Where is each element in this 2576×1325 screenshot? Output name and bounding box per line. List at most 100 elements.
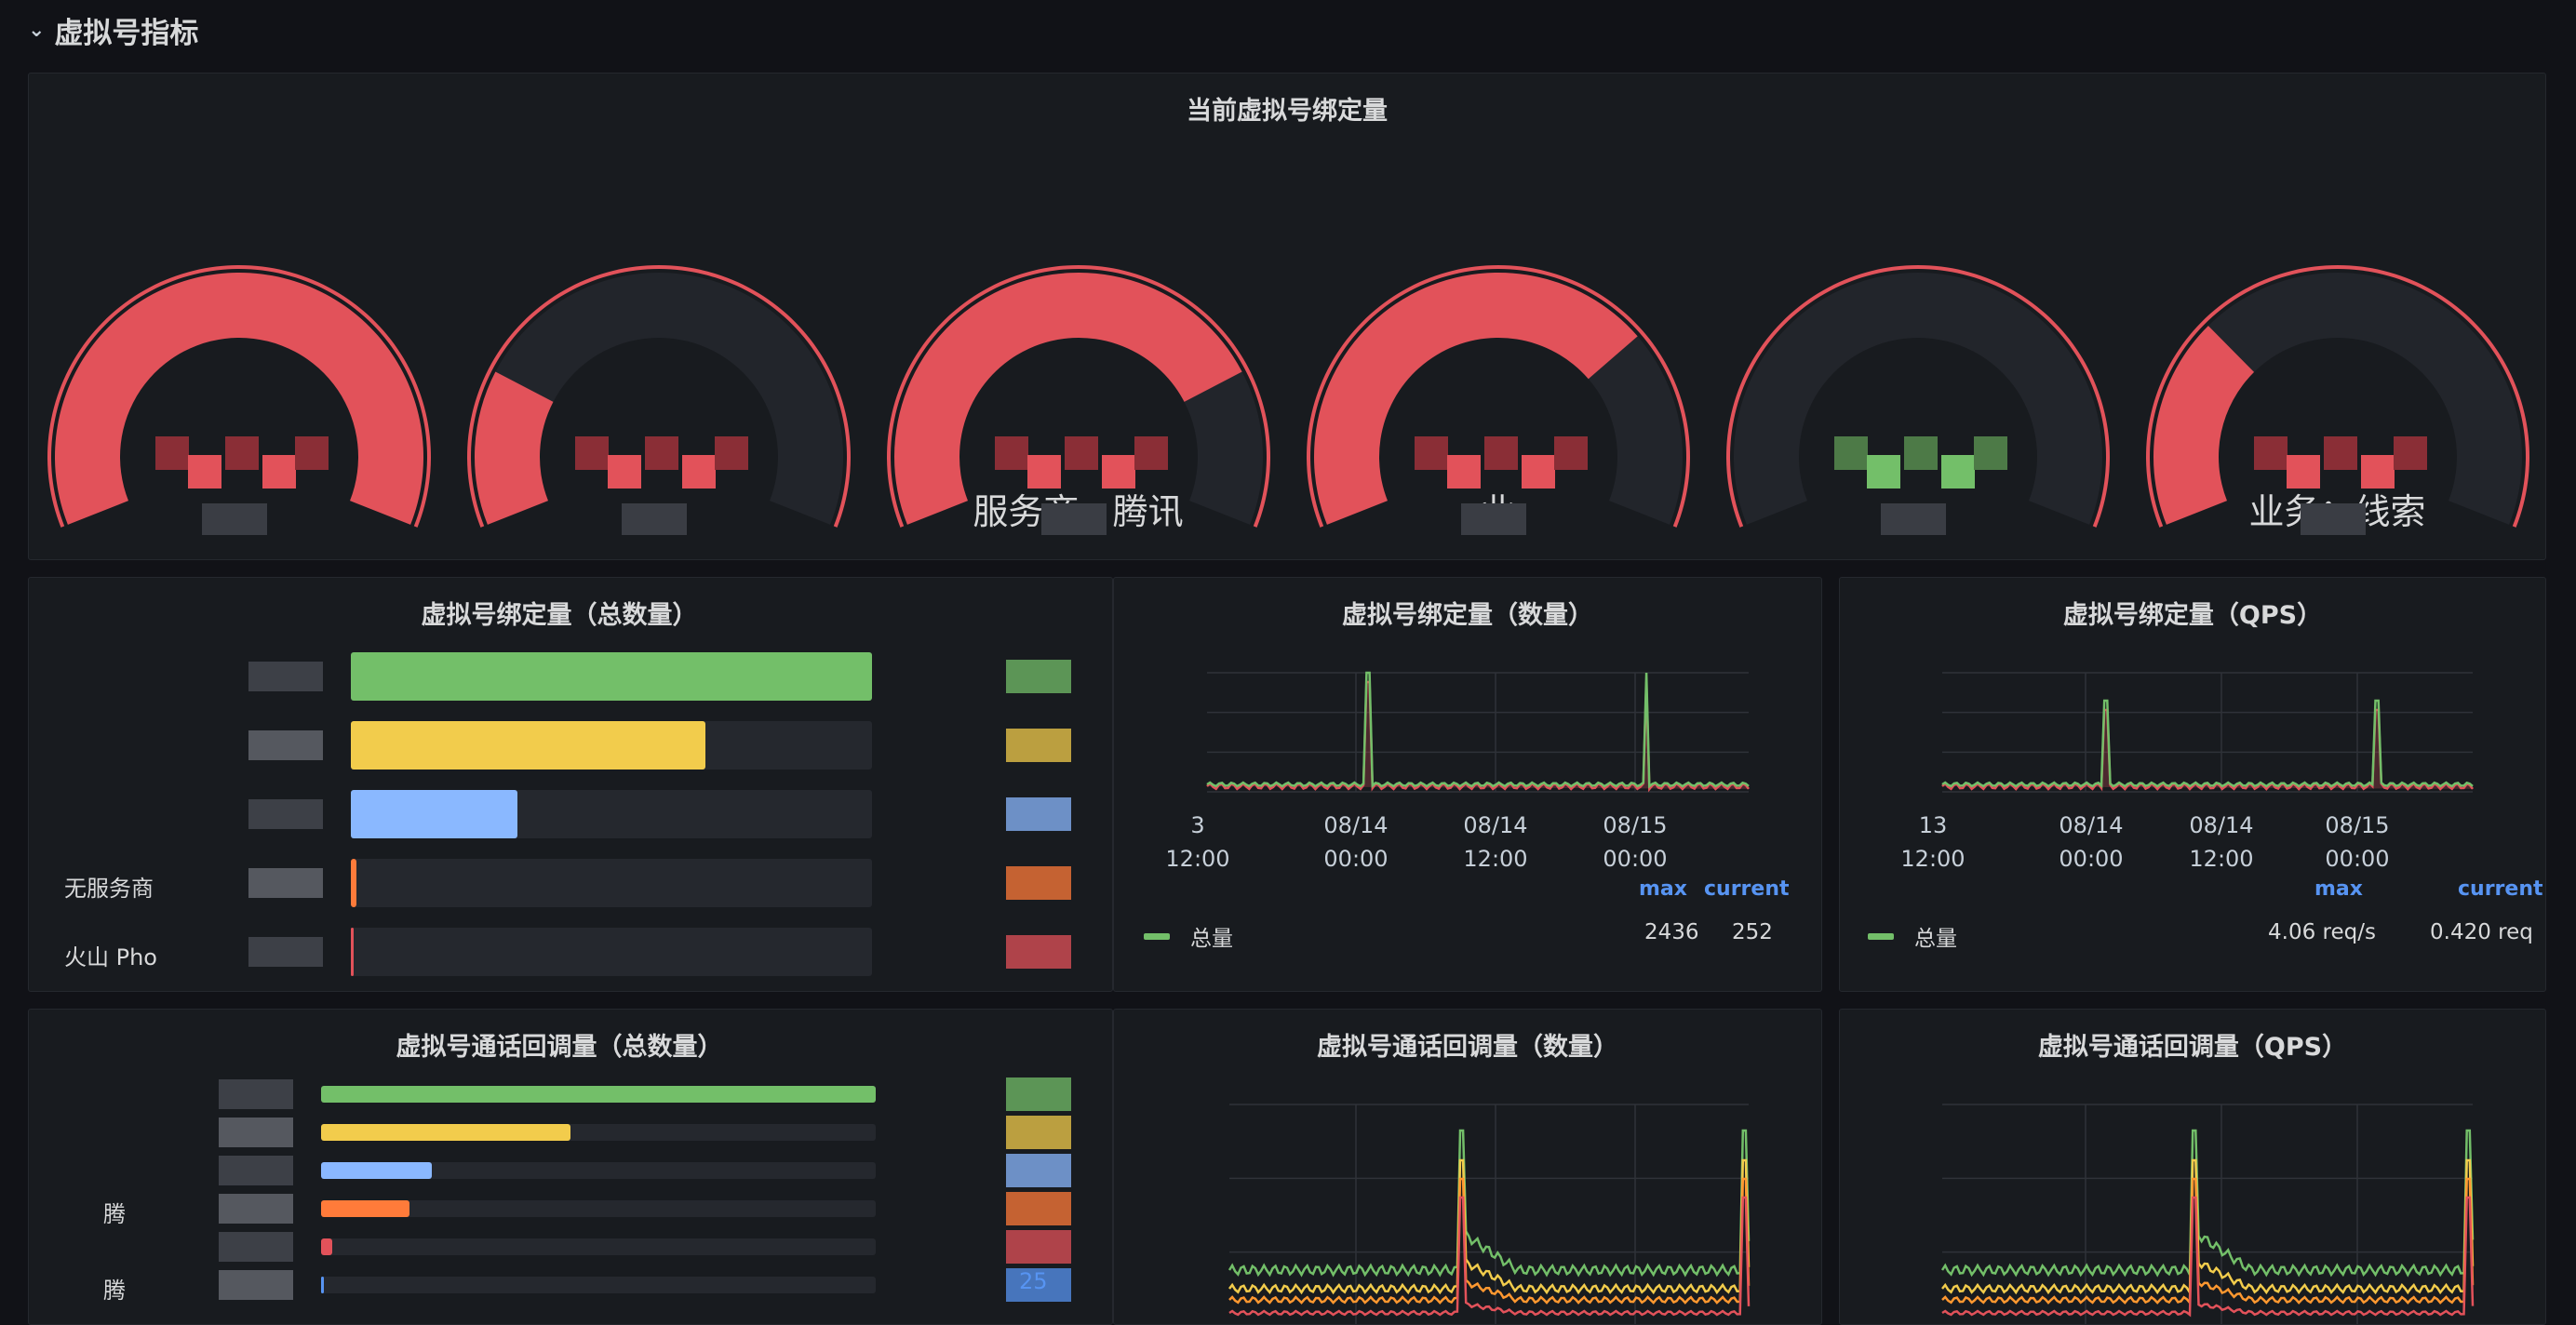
panel-bind-qps[interactable]: 虚拟号绑定量（QPS） 13 12:00 08/14 00:00 08/14 12:00 0… — [1839, 577, 2546, 992]
bar-label-redacted — [219, 1232, 293, 1262]
legend-max-header[interactable]: max — [1639, 877, 1687, 901]
bar-label-redacted — [248, 868, 323, 898]
legend-current-header[interactable]: current — [2458, 877, 2543, 901]
tail-value: 25 — [1019, 1268, 1048, 1294]
gauge-label-redacted — [201, 503, 267, 535]
x-tick-label: 08/14 — [1463, 812, 1527, 838]
gauge-value-redacted — [1866, 455, 1900, 489]
bar-value-redacted — [1006, 797, 1071, 831]
gauge-value-redacted — [2393, 436, 2427, 470]
panel-callback-count[interactable]: 虚拟号通话回调量（数量） — [1113, 1009, 1822, 1325]
series-line — [1206, 671, 1750, 789]
bar-value-redacted — [1006, 866, 1071, 900]
gauge-value-redacted — [262, 455, 296, 489]
row-header-virtual-number[interactable]: ⌄ 虚拟号指标 — [28, 6, 198, 54]
series-line — [1941, 699, 2474, 789]
x-tick-label: 08/15 — [1603, 812, 1667, 838]
gauge-label-redacted — [621, 503, 687, 535]
x-tick-label: 12:00 — [1165, 846, 1229, 872]
gauge-value-redacted — [1553, 436, 1588, 470]
gauge-label-redacted — [2300, 503, 2366, 535]
panel-callback-total[interactable]: 虚拟号通话回调量（总数量） 腾腾 25 — [28, 1009, 1113, 1325]
bar-fill — [321, 1200, 410, 1217]
gauge-value-redacted — [1064, 436, 1098, 470]
bar-label: 腾 — [103, 1201, 126, 1227]
gauge-label-redacted — [1460, 503, 1526, 535]
panel-current-bindings[interactable]: 当前虚拟号绑定量 服务商 · 腾讯业业务：线索 — [28, 73, 2546, 560]
bar-label-redacted — [219, 1270, 293, 1300]
x-tick-label: 08/14 — [2059, 812, 2123, 838]
x-tick-label: 12:00 — [2189, 846, 2253, 872]
gauge-value-redacted — [1973, 436, 2007, 470]
gauge-value-redacted — [1903, 436, 1938, 470]
gauge-value-redacted — [224, 436, 259, 470]
gauge-value-redacted — [154, 436, 189, 470]
bar-track — [321, 1238, 876, 1255]
panel-title: 当前虚拟号绑定量 — [1187, 97, 1388, 126]
series-line — [1941, 1158, 2475, 1297]
bar-value-redacted — [1006, 1192, 1071, 1225]
panel-bind-total[interactable]: 虚拟号绑定量（总数量） 无服务商 火山 Pho — [28, 577, 1113, 992]
gauge-value-redacted — [607, 455, 641, 489]
bar-value-redacted — [1006, 729, 1071, 762]
bar-value-redacted — [1006, 1077, 1071, 1111]
x-tick-label: 13 — [1919, 812, 1948, 838]
bar-label: 火山 Pho — [64, 944, 157, 970]
bar-fill — [351, 859, 356, 907]
x-tick-label: 00:00 — [2325, 846, 2389, 872]
legend-series-max: 2436 — [1644, 920, 1699, 944]
gauge-5[interactable] — [1723, 185, 2113, 528]
gauge-value-redacted — [1134, 436, 1168, 470]
bar-label-redacted — [248, 937, 323, 967]
legend-max-header[interactable]: max — [2314, 877, 2363, 901]
x-tick-label: 00:00 — [1603, 846, 1667, 872]
bar-fill — [351, 790, 518, 838]
x-tick-label: 00:00 — [2059, 846, 2123, 872]
bar-label-redacted — [219, 1194, 293, 1224]
chevron-down-icon: ⌄ — [28, 18, 46, 42]
graph-callback-qps — [1940, 1104, 2475, 1324]
graph-callback-count — [1228, 1104, 1751, 1324]
legend-swatch — [1868, 933, 1894, 940]
legend-swatch — [1144, 933, 1170, 940]
gauge-label-redacted — [1040, 503, 1107, 535]
gauge-value-redacted — [2323, 436, 2357, 470]
panel-bind-count[interactable]: 虚拟号绑定量（数量） 3 12:00 08/14 00:00 08/14 12:00 08/… — [1113, 577, 1822, 992]
legend-series-name[interactable]: 总量 — [1190, 920, 1233, 952]
gauge-1[interactable] — [44, 185, 435, 528]
gauge-2[interactable] — [463, 185, 854, 528]
bar-fill — [321, 1238, 332, 1255]
gauge-value-redacted — [994, 436, 1028, 470]
bar-label-redacted — [248, 799, 323, 829]
gauge-value-redacted — [294, 436, 329, 470]
gauge-4[interactable] — [1303, 185, 1694, 528]
bar-label-redacted — [219, 1156, 293, 1185]
bar-value-redacted — [1006, 1230, 1071, 1264]
bar-label-redacted — [248, 730, 323, 760]
x-tick-label: 08/14 — [2189, 812, 2253, 838]
bar-label-redacted — [248, 662, 323, 691]
gauge-6[interactable] — [2142, 185, 2533, 528]
x-tick-label: 08/14 — [1323, 812, 1388, 838]
bar-fill — [321, 1277, 324, 1293]
panel-title: 虚拟号通话回调量（总数量） — [396, 1033, 723, 1062]
gauge-value-redacted — [1414, 436, 1448, 470]
legend-series-current: 0.420 req — [2430, 920, 2533, 944]
gauge-track — [1733, 272, 2102, 525]
bar-track — [321, 1277, 876, 1293]
row-title: 虚拟号指标 — [54, 16, 199, 50]
gauge-value-redacted — [681, 455, 716, 489]
bar-value-redacted — [1006, 660, 1071, 693]
series-line — [1941, 708, 2474, 792]
gauge-value-redacted — [1483, 436, 1518, 470]
bar-fill — [351, 721, 705, 770]
panel-callback-qps[interactable]: 虚拟号通话回调量（QPS） — [1839, 1009, 2546, 1325]
gauge-3[interactable] — [883, 185, 1274, 528]
panel-title: 虚拟号绑定量（总数量） — [421, 601, 698, 630]
gauge-fill — [54, 272, 423, 525]
legend-series-name[interactable]: 总量 — [1914, 920, 1957, 952]
bar-value-redacted — [1006, 1154, 1071, 1187]
legend-current-header[interactable]: current — [1704, 877, 1790, 901]
bar-label-redacted — [219, 1118, 293, 1147]
gauge-value-redacted — [714, 436, 748, 470]
